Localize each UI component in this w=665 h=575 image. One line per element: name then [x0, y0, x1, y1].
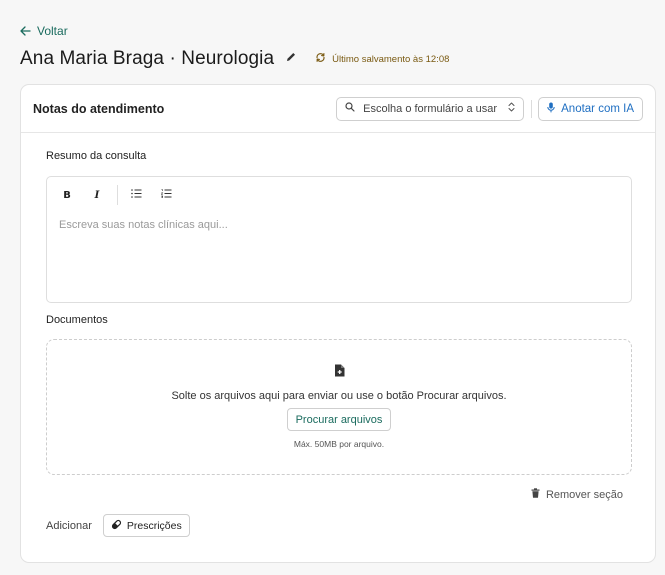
documents-label: Documentos: [46, 314, 108, 326]
remove-section-button[interactable]: Remover seção: [531, 488, 623, 501]
trash-icon: [531, 488, 540, 501]
italic-button[interactable]: I: [87, 185, 107, 205]
file-size-limit: Máx. 50MB por arquivo.: [293, 439, 385, 449]
arrow-left-icon: [20, 26, 31, 36]
search-icon: [345, 102, 355, 115]
prescriptions-label: Prescrições: [126, 519, 182, 532]
bullet-list-button[interactable]: [126, 185, 146, 205]
numbered-list-icon: [160, 189, 172, 201]
editor-toolbar: B I: [47, 177, 631, 213]
card-header: Notas do atendimento Escolha o formulári…: [21, 85, 655, 133]
pill-icon: [111, 519, 122, 533]
back-link[interactable]: Voltar: [20, 24, 68, 38]
microphone-icon: [547, 102, 555, 116]
summary-textarea[interactable]: Escreva suas notas clínicas aqui...: [59, 219, 619, 292]
page-title: Ana Maria Braga · Neurologia: [20, 48, 275, 69]
page-header: Ana Maria Braga · Neurologia Último salv…: [20, 47, 449, 71]
summary-editor: B I Escreva suas notas clínicas aqui...: [46, 176, 632, 303]
remove-section-label: Remover seção: [545, 488, 623, 501]
chevron-up-down-icon: [508, 102, 515, 115]
header-divider: [531, 99, 533, 118]
file-add-icon: [334, 364, 345, 382]
bullet-list-icon: [130, 189, 142, 201]
save-status-text: Último salvamento às 12:08: [332, 53, 450, 65]
browse-files-button[interactable]: Procurar arquivos: [286, 408, 392, 431]
form-select[interactable]: Escolha o formulário a usar: [336, 96, 525, 121]
card-title: Notas do atendimento: [33, 101, 165, 116]
ai-annotate-button[interactable]: Anotar com IA: [538, 96, 643, 121]
numbered-list-button[interactable]: [156, 185, 176, 205]
notes-card: Notas do atendimento Escolha o formulári…: [20, 84, 656, 563]
summary-label: Resumo da consulta: [46, 150, 147, 162]
edit-title-button[interactable]: [285, 50, 297, 68]
pencil-icon: [285, 50, 297, 68]
add-label: Adicionar: [46, 519, 92, 532]
back-label: Voltar: [37, 24, 68, 38]
toolbar-divider: [117, 185, 118, 205]
bold-button[interactable]: B: [57, 185, 77, 205]
sync-icon: [315, 52, 326, 66]
add-prescriptions-button[interactable]: Prescrições: [102, 514, 190, 537]
ai-annotate-label: Anotar com IA: [561, 102, 634, 115]
save-status: Último salvamento às 12:08: [315, 52, 449, 66]
form-select-placeholder: Escolha o formulário a usar: [363, 102, 498, 115]
add-row: Adicionar Prescrições: [46, 514, 190, 537]
dropzone-text: Solte os arquivos aqui para enviar ou us…: [171, 390, 507, 402]
file-dropzone[interactable]: Solte os arquivos aqui para enviar ou us…: [46, 339, 632, 475]
